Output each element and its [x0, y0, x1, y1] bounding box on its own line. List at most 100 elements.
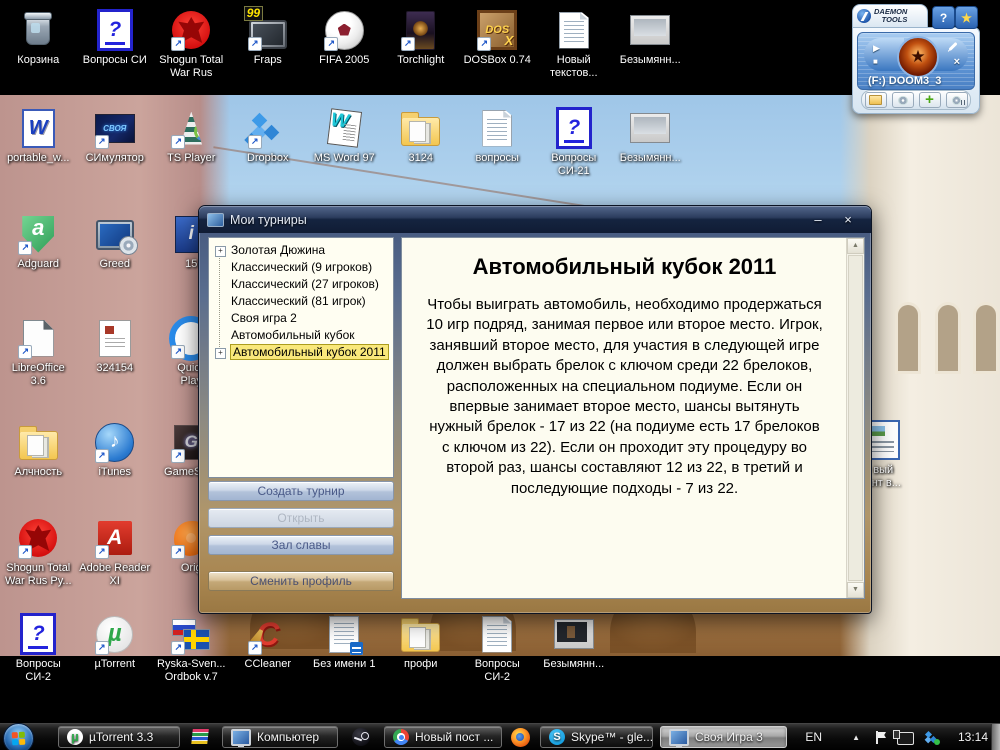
action-center-flag-icon[interactable] — [875, 731, 887, 744]
window-titlebar[interactable]: Мои турниры – × — [199, 206, 871, 233]
tournament-description: Автомобильный кубок 2011 Чтобы выиграть … — [402, 238, 847, 598]
dropbox-tray-icon[interactable] — [924, 731, 940, 745]
scroll-up-button[interactable] — [847, 238, 864, 254]
clock[interactable]: 13:14 — [958, 730, 988, 744]
tree-item[interactable]: Автомобильный кубок 2011 — [209, 344, 393, 361]
unmount-stop-button[interactable]: ■ — [873, 58, 878, 66]
desktop-icon-text-file[interactable]: вопросы — [459, 106, 536, 178]
desktop-icon-question-doc[interactable]: Вопросы СИ-2 — [0, 612, 77, 684]
minimize-button[interactable]: – — [803, 212, 833, 227]
desktop-icon-fifa[interactable]: FIFA 2005 — [306, 8, 383, 80]
desktop-icon-label: Вопросы СИ-2 — [15, 658, 61, 683]
firefox-icon[interactable] — [511, 728, 530, 747]
desktop-icon-art — [399, 612, 443, 656]
image-catalog-button[interactable] — [891, 92, 914, 108]
open-image-button[interactable] — [864, 92, 887, 108]
desktop-icon-text-file[interactable]: Вопросы СИ-2 — [459, 612, 536, 684]
desktop-icon-image-thumb[interactable]: Безымянн... — [612, 8, 689, 80]
desktop-icon-text-file[interactable]: Новый текстов... — [536, 8, 613, 80]
tree-item-label: Автомобильный кубок 2011 — [230, 344, 389, 360]
taskbar-button-utorrent-task[interactable]: µTorrent 3.3 — [58, 726, 180, 748]
desktop-icon-shogun[interactable]: Shogun Total War Rus Py... — [0, 516, 77, 588]
taskbar-button-chrome-task[interactable]: Новый пост ... — [384, 726, 502, 748]
change-profile-button[interactable]: Сменить профиль — [208, 571, 394, 591]
desktop-icon-label: Shogun Total War Rus Py... — [4, 562, 72, 587]
device-button[interactable] — [945, 92, 968, 108]
desktop-icon-fraps[interactable]: Fraps — [230, 5, 307, 80]
desktop-icon-label: LibreOffice 3.6 — [11, 362, 65, 387]
steam-icon[interactable] — [352, 728, 370, 746]
desktop-icon-label: Adobe Reader XI — [79, 562, 151, 587]
desktop-icon-image-thumb-dark[interactable]: Безымянн... — [536, 612, 613, 684]
scroll-down-button[interactable] — [847, 582, 864, 598]
desktop-icon-label: portable_w... — [7, 152, 70, 164]
desktop-icon-libreoffice[interactable]: LibreOffice 3.6 — [0, 316, 77, 388]
mount-play-button[interactable]: ▶ — [873, 44, 880, 53]
add-image-button[interactable] — [918, 92, 941, 108]
taskbar-button-skype-task[interactable]: Skype™ - gle... — [540, 726, 653, 748]
taskbar-button-label: Skype™ - gle... — [571, 730, 653, 744]
desktop-icon-ccleaner[interactable]: CCleaner — [230, 612, 307, 684]
start-button[interactable] — [3, 723, 34, 750]
language-indicator[interactable]: EN — [805, 730, 822, 744]
tree-item[interactable]: Золотая Дюжина — [209, 242, 393, 259]
tree-item-label: Классический (9 игроков) — [231, 260, 373, 274]
daemon-upgrade-button[interactable]: ★ — [955, 6, 978, 29]
books-stack-icon[interactable] — [191, 729, 209, 745]
desktop-icon-svoya-igra[interactable]: СИмулятор — [77, 106, 154, 178]
desktop-icon-folder[interactable]: 3124 — [383, 106, 460, 178]
tray-expand-icon[interactable]: ▲ — [852, 733, 860, 742]
desktop-icon-word-doc[interactable]: portable_w... — [0, 106, 77, 178]
mounted-drive-label[interactable]: (F:) DOOM3_3 — [868, 75, 941, 87]
desktop-icon-question-doc[interactable]: Вопросы СИ-21 — [536, 106, 613, 178]
desktop-icon-art — [552, 106, 596, 150]
close-button[interactable]: × — [833, 212, 863, 227]
tree-expander-icon[interactable] — [215, 246, 226, 257]
desktop-icon-recycle-bin[interactable]: Корзина — [0, 8, 77, 80]
desktop-icon-torchlight[interactable]: Torchlight — [383, 8, 460, 80]
desktop-icon-folder[interactable]: Алчность — [0, 420, 77, 479]
eject-close-button[interactable]: × — [954, 57, 960, 68]
desktop-icon-white-thumb[interactable]: 324154 — [77, 316, 154, 388]
desktop-icon-art — [169, 106, 213, 150]
tree-item[interactable]: Классический (27 игроков) — [209, 276, 393, 293]
desktop-icon-adobe[interactable]: Adobe Reader XI — [77, 516, 154, 588]
daemon-help-button[interactable]: ? — [932, 6, 955, 29]
hall-of-fame-button[interactable]: Зал славы — [208, 535, 394, 555]
desktop-icon-writer-doc[interactable]: Без имени 1 — [306, 612, 383, 684]
show-desktop-button[interactable] — [991, 724, 1000, 750]
tree-expander-icon[interactable] — [215, 348, 226, 359]
taskbar-button-computer-task[interactable]: Своя Игра 3 — [660, 726, 787, 748]
shortcut-arrow-icon — [18, 241, 33, 255]
desktop-icon-image-thumb[interactable]: Безымянн... — [612, 106, 689, 178]
desktop-icon-dosbox[interactable]: DOSBox 0.74 — [459, 8, 536, 80]
desktop-icon-greed[interactable]: Greed — [77, 212, 154, 271]
desktop-icon-label: Вопросы СИ — [82, 54, 147, 66]
desktop-icon-question-doc[interactable]: Вопросы СИ — [77, 8, 154, 80]
desktop-icon-ts-player[interactable]: TS Player — [153, 106, 230, 178]
tree-item[interactable]: Классический (9 игроков) — [209, 259, 393, 276]
scrollbar-thumb[interactable] — [848, 255, 863, 581]
network-icon[interactable] — [893, 730, 914, 745]
desktop-icon-shogun[interactable]: Shogun Total War Rus — [153, 8, 230, 80]
desktop-icon-dropbox[interactable]: Dropbox — [230, 106, 307, 178]
vertical-scrollbar[interactable] — [846, 238, 864, 598]
desktop-icon-flags[interactable]: Ryska-Sven... Ordbok v.7 — [153, 612, 230, 684]
desktop-icon-itunes[interactable]: iTunes — [77, 420, 154, 479]
desktop-icon-utorrent[interactable]: µTorrent — [77, 612, 154, 684]
tree-item-label: Своя игра 2 — [231, 311, 297, 325]
tree-item[interactable]: Своя игра 2 — [209, 310, 393, 327]
create-tournament-button[interactable]: Создать турнир — [208, 481, 394, 501]
desktop-icon-label: DOSBox 0.74 — [463, 54, 531, 66]
windows-logo-icon — [11, 731, 26, 746]
desktop-icon-folder[interactable]: профи — [383, 612, 460, 684]
desktop-icon-adguard[interactable]: Adguard — [0, 212, 77, 271]
tree-item[interactable]: Автомобильный кубок — [209, 327, 393, 344]
daemon-brand-tab[interactable]: DAEMON TOOLS — [852, 4, 928, 28]
shortcut-arrow-icon — [171, 345, 186, 359]
shortcut-arrow-icon — [171, 135, 186, 149]
disc-image-icon[interactable] — [897, 36, 939, 78]
tree-item[interactable]: Классический (81 игрок) — [209, 293, 393, 310]
desktop-icon-word97[interactable]: MS Word 97 — [306, 106, 383, 178]
taskbar-button-computer-task[interactable]: Компьютер — [222, 726, 338, 748]
